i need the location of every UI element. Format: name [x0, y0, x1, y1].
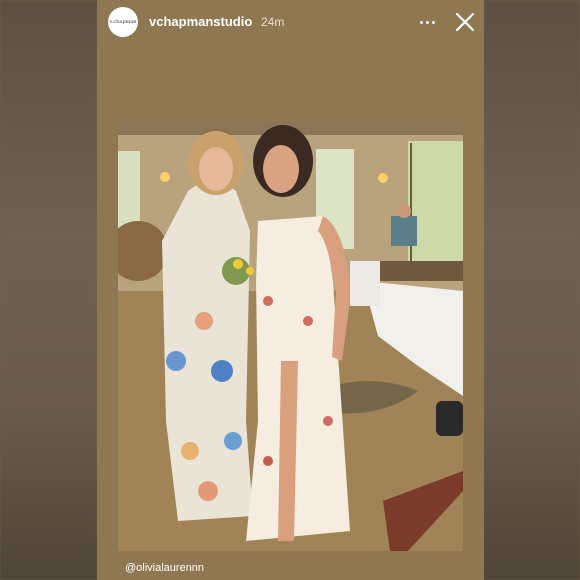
story-photo: [118, 121, 463, 551]
avatar-text: v.chapman: [109, 19, 137, 25]
blurred-background-left: [0, 0, 97, 580]
story-header: v.chapman vchapmanstudio 24m: [97, 0, 484, 48]
mention-tag[interactable]: @olivialaurennn: [125, 562, 204, 574]
blurred-background-right: [483, 0, 580, 580]
avatar[interactable]: v.chapman: [108, 7, 138, 37]
timestamp: 24m: [261, 15, 285, 29]
more-icon[interactable]: [416, 11, 438, 33]
close-icon[interactable]: [453, 10, 477, 34]
story-frame: v.chapman vchapmanstudio 24m @olivialaur…: [97, 0, 484, 580]
username[interactable]: vchapmanstudio: [149, 14, 252, 29]
